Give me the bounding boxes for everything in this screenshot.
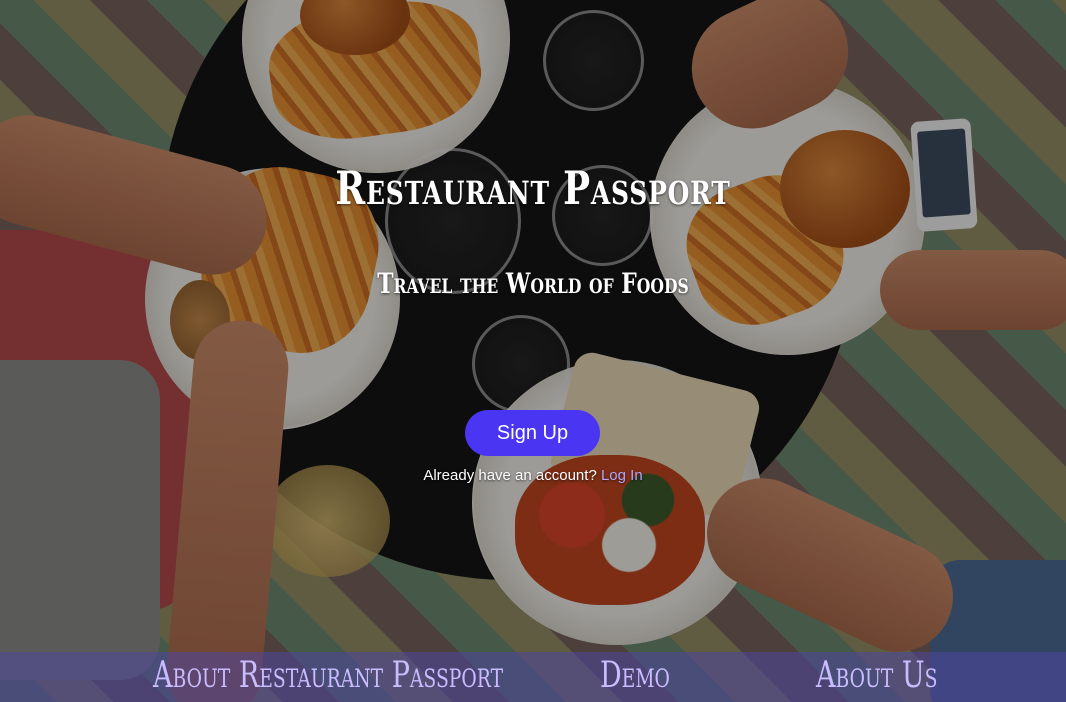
nav-about-us[interactable]: About Us	[816, 658, 937, 694]
page-subtitle: Travel the World of Foods	[377, 267, 689, 300]
sign-up-button[interactable]: Sign Up	[465, 410, 600, 456]
log-in-link[interactable]: Log In	[601, 467, 643, 484]
login-prompt: Already have an account? Log In	[0, 467, 1066, 484]
hero-section: Restaurant Passport Travel the World of …	[0, 0, 1066, 702]
login-prompt-text: Already have an account?	[423, 467, 597, 484]
nav-demo[interactable]: Demo	[600, 658, 670, 694]
nav-about-restaurant-passport[interactable]: About Restaurant Passport	[153, 658, 503, 694]
footer-nav: About Restaurant Passport Demo About Us	[0, 652, 1066, 702]
page-title: Restaurant Passport	[335, 161, 731, 215]
